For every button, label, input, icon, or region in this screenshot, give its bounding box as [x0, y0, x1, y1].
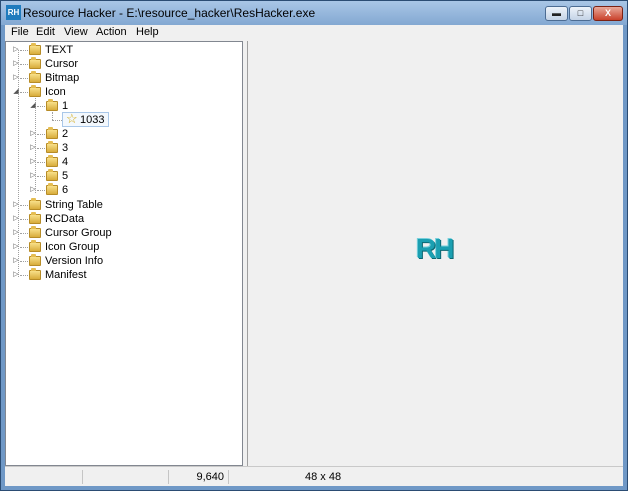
- folder-icon: [29, 254, 41, 266]
- tree-item-label: 6: [62, 184, 69, 196]
- tree-connector: [20, 261, 28, 262]
- tree-connector: [37, 162, 45, 163]
- tree-item-label: Cursor: [45, 58, 79, 70]
- folder-icon: [29, 57, 41, 69]
- tree-item-label: 2: [62, 128, 69, 140]
- tree-connector: [20, 78, 28, 79]
- tree-connector: [37, 106, 45, 107]
- star-resource-icon: ☆: [66, 111, 78, 126]
- tree-connector: [20, 205, 28, 206]
- window-bottom-border: [1, 486, 627, 490]
- tree-item-label: Manifest: [45, 269, 87, 281]
- tree-icon1-line: [52, 112, 53, 120]
- tree-item-label: Version Info: [45, 255, 104, 267]
- expand-arrow-icon[interactable]: ▷: [12, 43, 20, 57]
- expand-arrow-icon[interactable]: ▷: [12, 254, 20, 268]
- expand-arrow-icon[interactable]: ▷: [29, 155, 37, 169]
- tree-connector: [37, 190, 45, 191]
- tree-connector: [37, 134, 45, 135]
- folder-icon: [46, 183, 58, 195]
- tree-item-label: TEXT: [45, 44, 74, 56]
- title-bar[interactable]: RH Resource Hacker - E:\resource_hacker\…: [1, 1, 627, 25]
- status-cell-empty-2: [83, 470, 169, 484]
- app-window: RH Resource Hacker - E:\resource_hacker\…: [0, 0, 628, 491]
- tree-item-label: Bitmap: [45, 72, 80, 84]
- expand-arrow-icon[interactable]: ▷: [29, 169, 37, 183]
- close-button[interactable]: X: [593, 6, 623, 21]
- menu-file[interactable]: File: [11, 26, 29, 38]
- tree-connector: [20, 64, 28, 65]
- collapse-arrow-icon[interactable]: ◢: [29, 99, 37, 113]
- expand-arrow-icon[interactable]: ▷: [29, 183, 37, 197]
- expand-arrow-icon[interactable]: ▷: [12, 212, 20, 226]
- maximize-button[interactable]: □: [569, 6, 592, 21]
- tree-connector: [20, 92, 28, 93]
- folder-icon: [29, 71, 41, 83]
- tree-connector: [20, 219, 28, 220]
- tree-item-label: RCData: [45, 213, 85, 225]
- folder-icon: [29, 268, 41, 280]
- folder-icon: [29, 85, 41, 97]
- status-dimensions: 48 x 48: [305, 471, 342, 483]
- tree-connector: [20, 247, 28, 248]
- folder-icon: [46, 141, 58, 153]
- menu-bar: File Edit View Action Help: [5, 25, 623, 41]
- resource-preview-pane: RH: [247, 41, 623, 466]
- status-size: 9,640: [169, 470, 229, 484]
- folder-icon: [29, 240, 41, 252]
- collapse-arrow-icon[interactable]: ◢: [12, 85, 20, 99]
- expand-arrow-icon[interactable]: ▷: [29, 141, 37, 155]
- tree-connector: [20, 233, 28, 234]
- status-bar: 9,640 48 x 48: [5, 466, 623, 487]
- folder-icon: [46, 169, 58, 181]
- tree-item-label: Icon: [45, 86, 66, 98]
- expand-arrow-icon[interactable]: ▷: [12, 57, 20, 71]
- expand-arrow-icon[interactable]: ▷: [29, 127, 37, 141]
- tree-connector: [37, 176, 45, 177]
- menu-action[interactable]: Action: [96, 26, 127, 38]
- menu-edit[interactable]: Edit: [36, 26, 55, 38]
- expand-arrow-icon[interactable]: ▷: [12, 71, 20, 85]
- status-cell-empty-1: [5, 470, 83, 484]
- folder-icon: [29, 226, 41, 238]
- minimize-button[interactable]: ▬: [545, 6, 568, 21]
- menu-view[interactable]: View: [64, 26, 88, 38]
- folder-icon: [29, 198, 41, 210]
- menu-help[interactable]: Help: [136, 26, 159, 38]
- resource-tree[interactable]: ▷ TEXT ▷ Cursor ▷ Bitmap ◢ Icon ◢ 1 ☆ 10…: [5, 41, 243, 466]
- folder-icon: [46, 99, 58, 111]
- main-content: ▷ TEXT ▷ Cursor ▷ Bitmap ◢ Icon ◢ 1 ☆ 10…: [5, 41, 623, 466]
- tree-item-label: 4: [62, 156, 69, 168]
- rh-icon-preview: RH: [416, 233, 454, 264]
- expand-arrow-icon[interactable]: ▷: [12, 268, 20, 282]
- tree-item-label: String Table: [45, 199, 103, 211]
- folder-icon: [46, 127, 58, 139]
- tree-connector: [20, 50, 28, 51]
- folder-icon: [29, 43, 41, 55]
- tree-connector: [37, 148, 45, 149]
- window-title: Resource Hacker - E:\resource_hacker\Res…: [23, 6, 316, 20]
- tree-item-label: 1033: [80, 114, 105, 126]
- expand-arrow-icon[interactable]: ▷: [12, 226, 20, 240]
- tree-item-label: 5: [62, 170, 69, 182]
- expand-arrow-icon[interactable]: ▷: [12, 198, 20, 212]
- folder-icon: [29, 212, 41, 224]
- tree-connector: [20, 275, 28, 276]
- tree-item-label: Icon Group: [45, 241, 100, 253]
- tree-item-label: 3: [62, 142, 69, 154]
- folder-icon: [46, 155, 58, 167]
- tree-item-label: Cursor Group: [45, 227, 112, 239]
- expand-arrow-icon[interactable]: ▷: [12, 240, 20, 254]
- resource-hacker-app-icon: RH: [6, 5, 21, 20]
